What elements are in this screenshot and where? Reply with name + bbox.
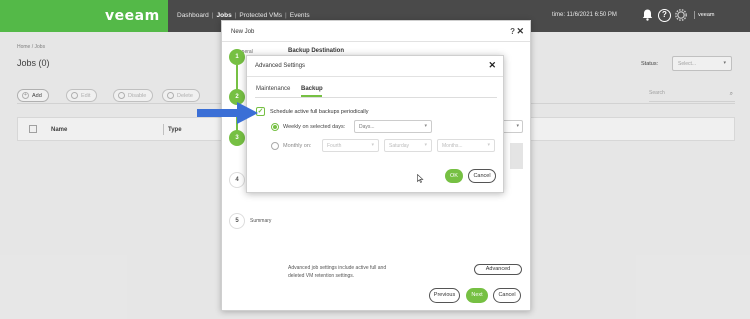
next-button[interactable]: Next bbox=[466, 288, 488, 303]
nav-events[interactable]: Events bbox=[290, 12, 310, 19]
close-icon[interactable]: ✕ bbox=[516, 26, 524, 37]
nav-separator: | bbox=[234, 12, 237, 19]
monthly-label: Monthly on: bbox=[283, 143, 312, 149]
title-divider bbox=[247, 76, 503, 77]
weekly-label: Weekly on selected days: bbox=[283, 124, 346, 130]
veeam-logo: veeam bbox=[105, 8, 160, 24]
monthly-week-select[interactable]: Fourth ▾ bbox=[322, 139, 379, 152]
help-icon[interactable]: ? bbox=[658, 9, 671, 22]
nav-separator: | bbox=[211, 12, 214, 19]
ok-button[interactable]: OK bbox=[445, 169, 463, 183]
main-nav: Dashboard | Jobs | Protected VMs | Event… bbox=[177, 12, 310, 19]
backup-destination-heading: Backup Destination bbox=[288, 48, 345, 54]
nav-protected-vms[interactable]: Protected VMs bbox=[239, 12, 282, 19]
server-time: time: 11/6/2021 6:50 PM bbox=[552, 12, 617, 18]
monthly-day-value: Saturday bbox=[389, 143, 410, 149]
cancel-button[interactable]: Cancel bbox=[493, 288, 521, 303]
mouse-cursor-icon bbox=[417, 174, 424, 183]
tab-backup[interactable]: Backup bbox=[301, 86, 323, 92]
title-divider bbox=[222, 41, 530, 42]
nav-separator: | bbox=[285, 12, 287, 19]
monthly-day-select[interactable]: Saturday ▾ bbox=[384, 139, 432, 152]
advanced-button[interactable]: Advanced bbox=[474, 264, 522, 275]
logo-area: veeam bbox=[0, 0, 168, 32]
background-panel bbox=[510, 143, 523, 169]
monthly-months-value: Months... bbox=[442, 143, 463, 149]
step-4[interactable]: 4 bbox=[229, 172, 245, 188]
cancel-button[interactable]: Cancel bbox=[468, 169, 496, 183]
weekly-days-value: Days... bbox=[359, 124, 375, 130]
chevron-down-icon: ▾ bbox=[371, 142, 374, 148]
advanced-description: Advanced job settings include active ful… bbox=[288, 265, 387, 279]
active-tab-indicator bbox=[301, 95, 322, 97]
chevron-down-icon: ▾ bbox=[516, 123, 519, 129]
step-1[interactable]: 1 bbox=[229, 49, 245, 65]
new-job-title: New Job bbox=[231, 29, 255, 35]
monthly-months-select[interactable]: Months... ▾ bbox=[437, 139, 495, 152]
help-icon[interactable]: ? bbox=[510, 27, 515, 36]
chevron-down-icon: ▾ bbox=[424, 142, 427, 148]
step-5-label: Summary bbox=[250, 218, 272, 224]
user-separator bbox=[694, 11, 695, 19]
chevron-down-icon: ▾ bbox=[424, 123, 427, 129]
chevron-down-icon: ▾ bbox=[487, 142, 490, 148]
tab-maintenance[interactable]: Maintenance bbox=[256, 86, 290, 92]
weekly-radio[interactable] bbox=[271, 123, 279, 131]
advanced-settings-title: Advanced Settings bbox=[255, 63, 306, 69]
tabs-divider bbox=[255, 97, 497, 98]
annotation-arrow-icon bbox=[197, 102, 258, 124]
step-5[interactable]: 5 bbox=[229, 213, 245, 229]
weekly-days-select[interactable]: Days... ▾ bbox=[354, 120, 432, 133]
bell-icon[interactable] bbox=[641, 9, 654, 22]
schedule-active-full-label: Schedule active full backups periodicall… bbox=[270, 109, 369, 115]
gear-icon[interactable] bbox=[674, 9, 687, 22]
nav-jobs[interactable]: Jobs bbox=[217, 12, 232, 19]
close-icon[interactable]: ✕ bbox=[488, 60, 496, 71]
previous-button[interactable]: Previous bbox=[429, 288, 460, 303]
nav-dashboard[interactable]: Dashboard bbox=[177, 12, 209, 19]
monthly-week-value: Fourth bbox=[327, 143, 342, 149]
user-menu[interactable]: veeam bbox=[698, 12, 715, 18]
monthly-radio[interactable] bbox=[271, 142, 279, 150]
advanced-settings-dialog: Advanced Settings ✕ Maintenance Backup ✓… bbox=[246, 55, 504, 193]
step-3[interactable]: 3 bbox=[229, 130, 245, 146]
